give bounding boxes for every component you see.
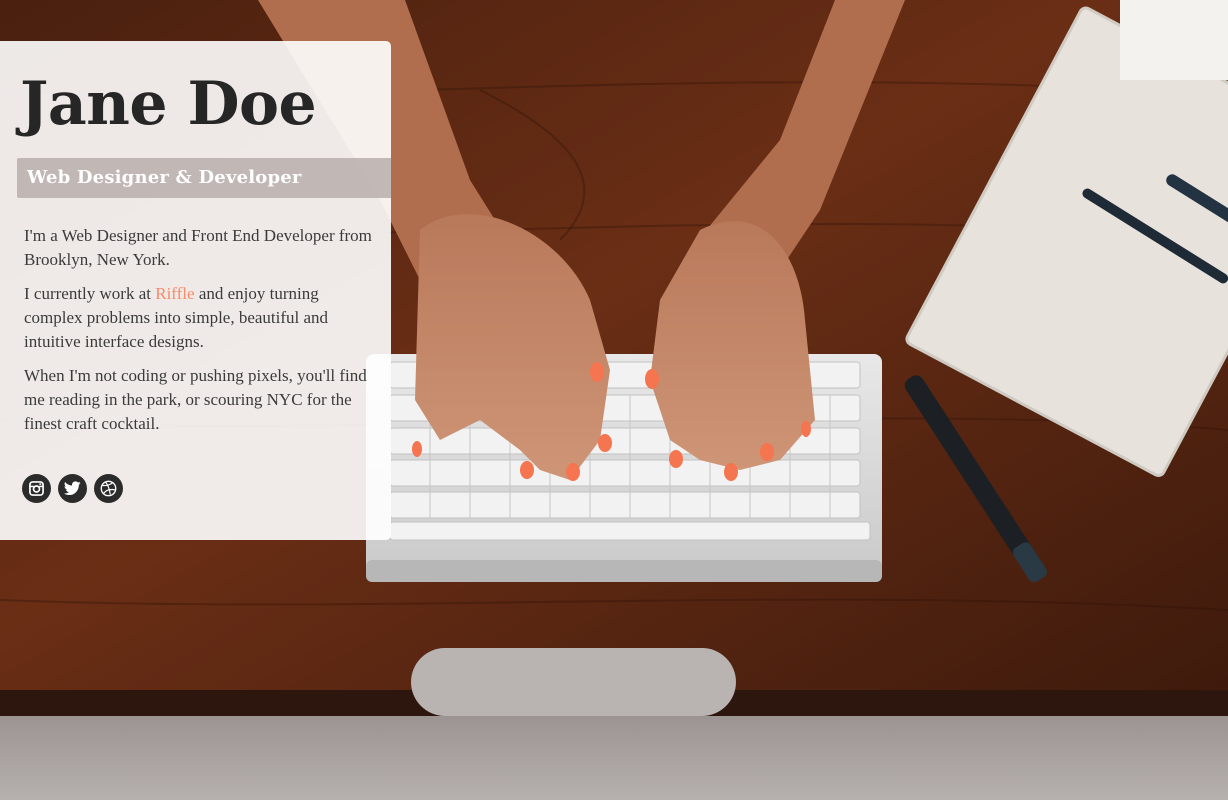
riffle-link[interactable]: Riffle [155,284,194,303]
bio-p2-text-before: I currently work at [24,284,156,303]
name-heading: Jane Doe [20,69,317,139]
twitter-link[interactable] [58,474,87,503]
instagram-link[interactable] [22,474,51,503]
instagram-icon [29,481,44,496]
bio-paragraph-3: When I'm not coding or pushing pixels, y… [24,366,367,433]
profile-card: Jane Doe Web Designer & Developer I'm a … [0,41,391,540]
social-links [22,474,123,503]
twitter-icon [64,481,81,496]
role-banner: Web Designer & Developer [17,158,391,198]
bio-paragraph-1: I'm a Web Designer and Front End Develop… [24,226,372,269]
role-title: Web Designer & Developer [27,167,302,188]
dribbble-icon [100,480,117,497]
dribbble-link[interactable] [94,474,123,503]
bio-paragraph-2: I currently work at Riffle and enjoy tur… [24,282,374,354]
bio: I'm a Web Designer and Front End Develop… [24,224,374,446]
